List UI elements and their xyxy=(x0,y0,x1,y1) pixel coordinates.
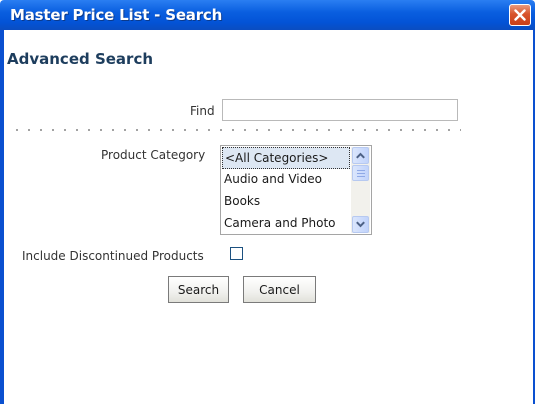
thumb-grip-line xyxy=(357,170,365,171)
thumb-grip-line xyxy=(357,173,365,174)
scroll-thumb[interactable] xyxy=(352,165,369,181)
window-frame-left xyxy=(0,30,4,404)
page-title: Advanced Search xyxy=(7,50,154,68)
search-dialog: Master Price List - Search Advanced Sear… xyxy=(0,0,535,404)
include-discontinued-label: Include Discontinued Products xyxy=(22,249,204,263)
category-options: <All Categories> Audio and Video Books Came… xyxy=(222,147,350,234)
category-option[interactable]: Camera and Photo xyxy=(222,213,350,234)
product-category-label: Product Category xyxy=(101,148,206,162)
find-label: Find xyxy=(190,104,215,118)
category-option[interactable]: Audio and Video xyxy=(222,169,350,191)
close-icon xyxy=(514,9,526,21)
listbox-scrollbar[interactable] xyxy=(351,147,370,233)
category-option[interactable]: Books xyxy=(222,191,350,213)
find-input[interactable] xyxy=(222,99,458,121)
scroll-up-button[interactable] xyxy=(352,147,369,164)
category-option[interactable]: <All Categories> xyxy=(222,147,350,169)
section-divider xyxy=(11,129,461,131)
product-category-listbox[interactable]: <All Categories> Audio and Video Books Came… xyxy=(220,145,372,235)
title-bar[interactable]: Master Price List - Search xyxy=(0,0,535,30)
close-button[interactable] xyxy=(509,4,531,26)
search-button[interactable]: Search xyxy=(168,276,229,303)
cancel-button[interactable]: Cancel xyxy=(243,276,316,303)
window-title: Master Price List - Search xyxy=(10,6,223,24)
chevron-up-icon xyxy=(356,152,365,159)
include-discontinued-checkbox[interactable] xyxy=(230,247,243,260)
scroll-down-button[interactable] xyxy=(352,216,369,233)
chevron-down-icon xyxy=(356,221,365,228)
thumb-grip-line xyxy=(357,176,365,177)
